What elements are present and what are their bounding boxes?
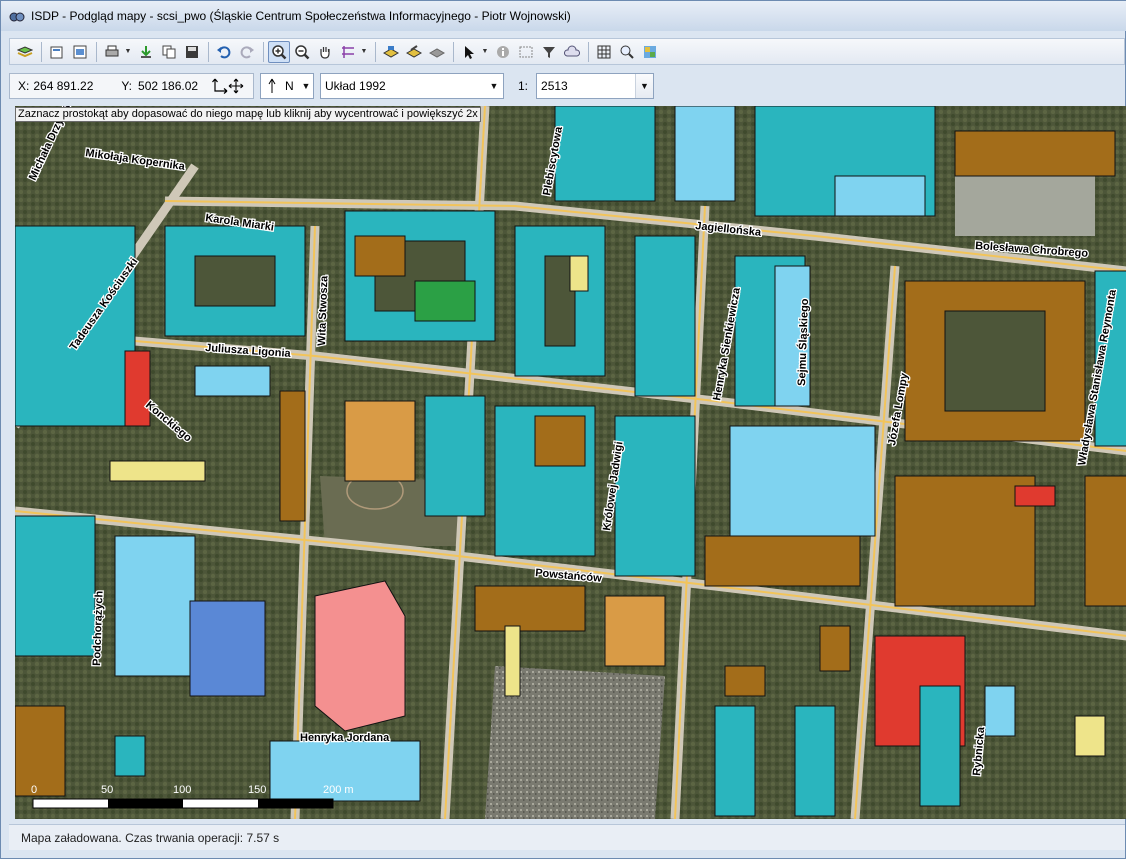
measure-icon[interactable] xyxy=(337,41,359,63)
filter-icon[interactable] xyxy=(538,41,560,63)
properties-icon[interactable] xyxy=(46,41,68,63)
toolbar-separator xyxy=(453,41,454,62)
print-preview-icon[interactable] xyxy=(69,41,91,63)
map-canvas[interactable]: Mikołaja Kopernika Michała Drzymały Tade… xyxy=(15,106,1126,819)
zoom-out-icon[interactable] xyxy=(291,41,313,63)
map-icon[interactable] xyxy=(639,41,661,63)
toolbar-separator xyxy=(96,41,97,62)
save-icon[interactable] xyxy=(181,41,203,63)
crs-value: Układ 1992 xyxy=(325,79,386,93)
cursor-coordinates: X: 264 891.22 Y: 502 186.02 xyxy=(9,73,254,99)
undo-icon[interactable] xyxy=(213,41,235,63)
scale-label: 50 xyxy=(101,784,113,796)
zoom-in-icon[interactable] xyxy=(268,40,290,63)
print-icon[interactable] xyxy=(101,41,123,63)
layers-icon[interactable] xyxy=(14,41,36,63)
print-dropdown-icon[interactable]: ▼ xyxy=(124,41,132,63)
toolbar-separator xyxy=(263,41,264,62)
toolbar-separator xyxy=(375,41,376,62)
copy-icon[interactable] xyxy=(158,41,180,63)
pan-icon[interactable] xyxy=(314,41,336,63)
layer-add-icon[interactable] xyxy=(380,41,402,63)
axis-crosshair-icon[interactable] xyxy=(211,77,245,95)
main-toolbar: ▼ ▼ ▼ xyxy=(9,38,1125,65)
crs-select[interactable]: Układ 1992 ▼ xyxy=(320,73,504,99)
y-value: 502 186.02 xyxy=(138,79,199,93)
chevron-down-icon[interactable]: ▼ xyxy=(299,74,313,98)
status-bar: Mapa załadowana. Czas trwania operacji: … xyxy=(9,824,1125,850)
scale-value[interactable]: 2513 xyxy=(541,79,568,93)
info-icon[interactable] xyxy=(492,41,514,63)
scale-select[interactable]: 2513 ▼ xyxy=(536,73,655,99)
north-value: N xyxy=(285,79,294,93)
measure-dropdown-icon[interactable]: ▼ xyxy=(360,41,368,63)
zoom-hint-tooltip: Zaznacz prostokąt aby dopasować do niego… xyxy=(15,107,481,122)
x-label: X: xyxy=(18,79,30,93)
find-icon[interactable] xyxy=(616,41,638,63)
street-label: Henryka Jordana xyxy=(300,732,390,744)
app-window: ISDP - Podgląd mapy - scsi_pwo (Śląskie … xyxy=(0,0,1126,859)
north-selector[interactable]: N ▼ xyxy=(260,73,314,99)
status-text: Mapa załadowana. Czas trwania operacji: … xyxy=(21,830,280,845)
toolbar-separator xyxy=(588,41,589,62)
export-icon[interactable] xyxy=(135,41,157,63)
y-label: Y: xyxy=(121,79,133,93)
redo-icon[interactable] xyxy=(236,41,258,63)
select-icon[interactable] xyxy=(458,41,480,63)
north-arrow-icon xyxy=(268,78,276,93)
coordinate-bar: X: 264 891.22 Y: 502 186.02 N ▼ Układ 19… xyxy=(9,71,1125,101)
scale-prefix: 1: xyxy=(518,79,529,93)
street-label: Wita Stwosza xyxy=(316,275,330,346)
scale-label: 0 xyxy=(31,784,37,796)
app-icon xyxy=(9,12,25,22)
toolbar-separator xyxy=(41,41,42,62)
select-area-icon[interactable] xyxy=(515,41,537,63)
x-value: 264 891.22 xyxy=(33,79,94,93)
layer-edit-icon[interactable] xyxy=(403,41,425,63)
grid-icon[interactable] xyxy=(593,41,615,63)
scale-label: 100 xyxy=(173,784,191,796)
title-bar: ISDP - Podgląd mapy - scsi_pwo (Śląskie … xyxy=(1,1,1126,31)
select-dropdown-icon[interactable]: ▼ xyxy=(481,41,489,63)
toolbar-separator xyxy=(208,41,209,62)
map-image[interactable]: Mikołaja Kopernika Michała Drzymały Tade… xyxy=(15,106,1126,819)
chevron-down-icon[interactable]: ▼ xyxy=(635,74,654,98)
cloud-icon[interactable] xyxy=(561,41,583,63)
window-title: ISDP - Podgląd mapy - scsi_pwo (Śląskie … xyxy=(31,9,571,23)
scale-label: 200 m xyxy=(323,784,354,796)
chevron-down-icon[interactable]: ▼ xyxy=(485,74,503,98)
scale-label: 150 xyxy=(248,784,266,796)
layer-remove-icon[interactable] xyxy=(426,41,448,63)
